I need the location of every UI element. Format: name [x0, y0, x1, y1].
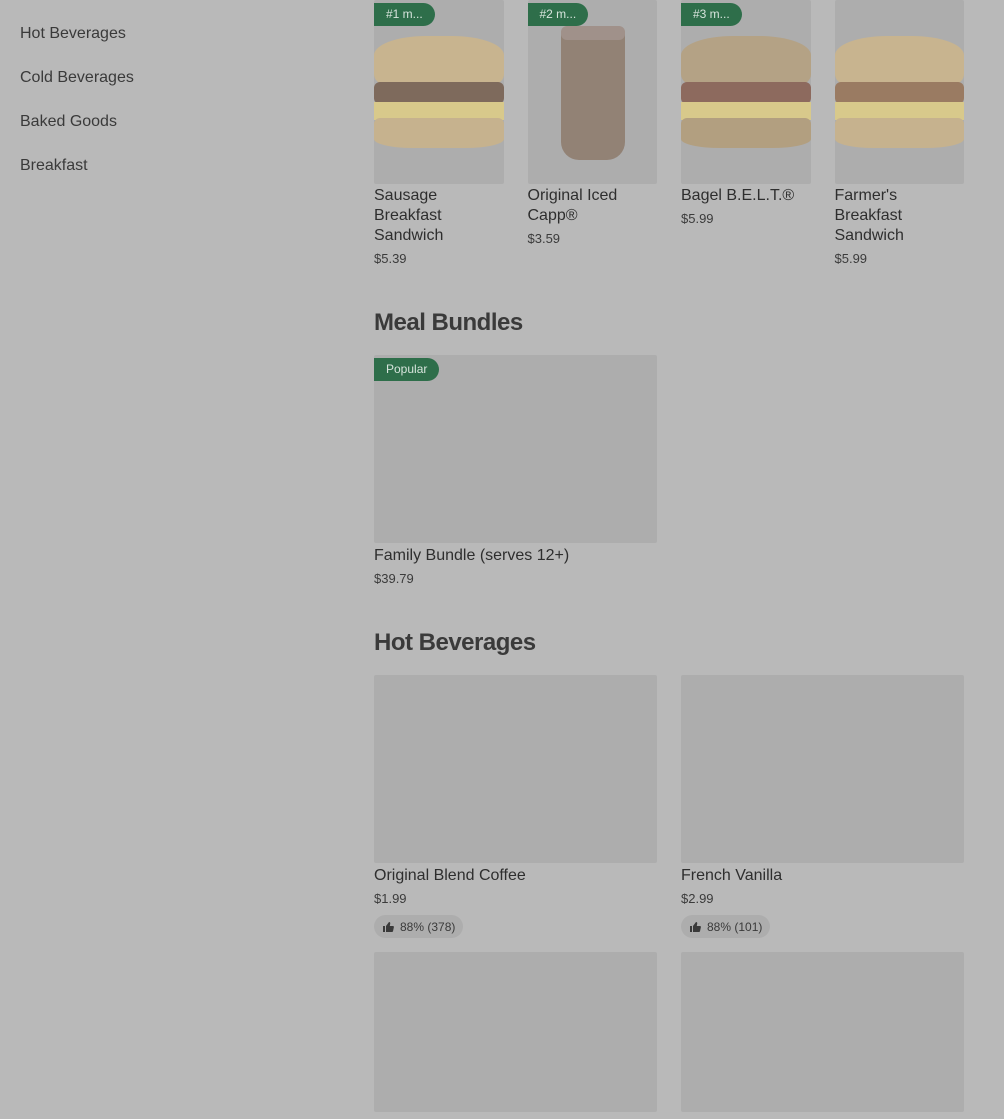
- popular-items-row: #1 m... Sausage Breakfast Sandwich $5.39…: [374, 0, 964, 266]
- item-image: [374, 675, 657, 863]
- bagel-image: [681, 28, 811, 148]
- rating-value: 88% (378): [400, 919, 456, 934]
- menu-item-card[interactable]: Original Blend Coffee $1.99 88% (378): [374, 675, 657, 938]
- item-image: [681, 952, 964, 1112]
- item-image: Popular: [374, 355, 657, 543]
- rank-badge: #2 m...: [527, 3, 589, 26]
- item-name: Family Bundle (serves 12+): [374, 547, 570, 564]
- rank-badge: #1 m...: [374, 3, 435, 26]
- section-title-meal-bundles: Meal Bundles: [374, 309, 523, 336]
- item-price: $5.99: [681, 211, 714, 226]
- thumbs-up-icon: [383, 921, 394, 932]
- section-title-hot-beverages: Hot Beverages: [374, 629, 536, 656]
- item-name: Sausage Breakfast Sandwich: [374, 187, 444, 244]
- hot-beverages-grid: Original Blend Coffee $1.99 88% (378) Fr…: [374, 675, 964, 938]
- menu-item-card[interactable]: [681, 952, 964, 1112]
- drink-image: [560, 28, 625, 160]
- item-image: [374, 952, 657, 1112]
- item-image: #3 m...: [681, 0, 811, 184]
- menu-item-card[interactable]: French Vanilla $2.99 88% (101): [681, 675, 964, 938]
- item-name: Farmer's Breakfast Sandwich: [834, 187, 904, 244]
- item-image: [681, 675, 964, 863]
- sidebar-item-baked-goods[interactable]: Baked Goods: [20, 110, 320, 154]
- menu-item-card[interactable]: #2 m... Original Iced Capp® $3.59: [527, 0, 657, 266]
- menu-item-card[interactable]: Popular Family Bundle (serves 12+) $39.7…: [374, 355, 657, 586]
- item-image: [834, 0, 964, 184]
- hot-beverages-grid-row2: [374, 952, 964, 1112]
- menu-item-card[interactable]: [374, 952, 657, 1112]
- rating-badge: 88% (101): [681, 915, 771, 938]
- item-price: $5.39: [374, 251, 407, 266]
- sidebar-item-breakfast[interactable]: Breakfast: [20, 154, 320, 198]
- menu-content: #1 m... Sausage Breakfast Sandwich $5.39…: [374, 0, 964, 1112]
- item-price: $2.99: [681, 891, 714, 906]
- thumbs-up-icon: [690, 921, 701, 932]
- item-price: $39.79: [374, 571, 414, 586]
- rating-badge: 88% (378): [374, 915, 464, 938]
- sandwich-image: [834, 28, 964, 148]
- item-image: #2 m...: [527, 0, 657, 184]
- item-name: Bagel B.E.L.T.®: [681, 187, 795, 204]
- sidebar-item-cold-beverages[interactable]: Cold Beverages: [20, 66, 320, 110]
- item-price: $3.59: [527, 231, 561, 246]
- popular-badge: Popular: [374, 358, 440, 381]
- sidebar-item-hot-beverages[interactable]: Hot Beverages: [20, 22, 320, 66]
- item-name: Original Iced Capp®: [527, 187, 618, 224]
- rating-value: 88% (101): [707, 919, 763, 934]
- rank-badge: #3 m...: [681, 3, 742, 26]
- menu-item-card[interactable]: #3 m... Bagel B.E.L.T.® $5.99: [681, 0, 811, 266]
- meal-bundles-grid: Popular Family Bundle (serves 12+) $39.7…: [374, 355, 964, 586]
- item-name: Original Blend Coffee: [374, 867, 526, 884]
- menu-item-card[interactable]: Farmer's Breakfast Sandwich $5.99: [834, 0, 964, 266]
- item-name: French Vanilla: [681, 867, 783, 884]
- category-sidebar: Hot Beverages Cold Beverages Baked Goods…: [20, 22, 320, 198]
- item-image: #1 m...: [374, 0, 504, 184]
- menu-item-card[interactable]: #1 m... Sausage Breakfast Sandwich $5.39: [374, 0, 504, 266]
- item-price: $5.99: [834, 251, 868, 266]
- item-price: $1.99: [374, 891, 407, 906]
- sandwich-image: [374, 28, 504, 148]
